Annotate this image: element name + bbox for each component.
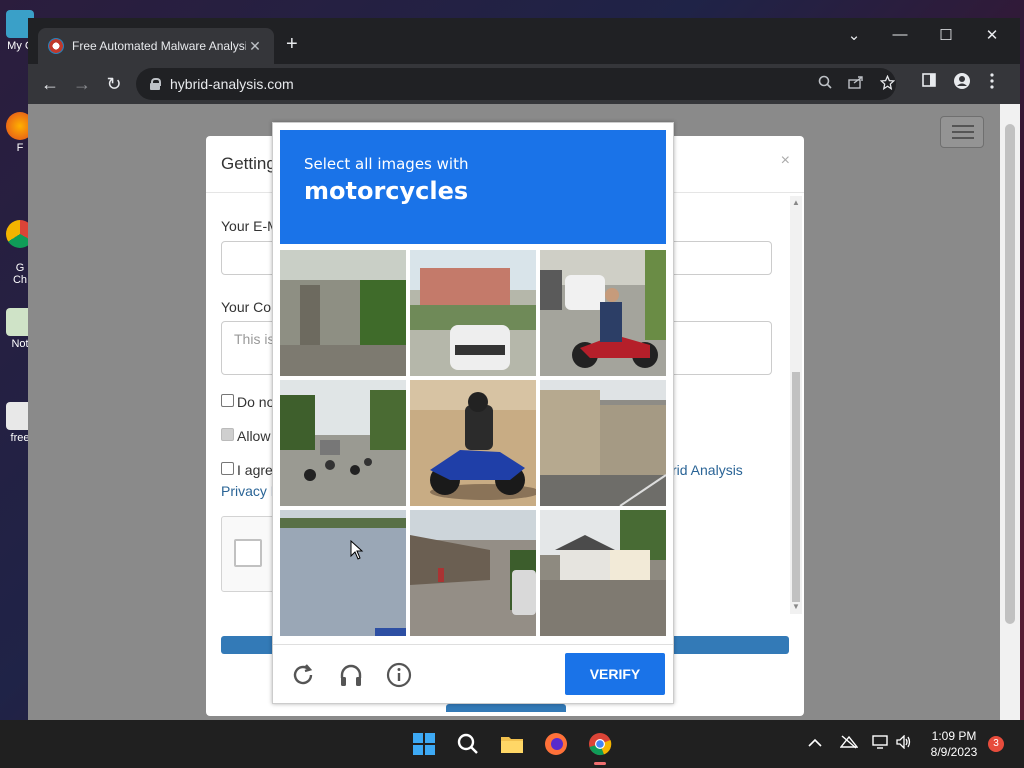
modal-title: Getting xyxy=(221,154,276,173)
hamburger-menu-button[interactable] xyxy=(940,116,984,148)
address-bar[interactable]: hybrid-analysis.com xyxy=(136,68,896,100)
modal-scroll-thumb[interactable] xyxy=(792,372,800,602)
new-tab-button[interactable]: + xyxy=(286,34,298,54)
reload-challenge-icon[interactable] xyxy=(289,661,317,689)
modal-scrollbar[interactable]: ▲ ▼ xyxy=(790,196,802,614)
captcha-tile-2[interactable] xyxy=(410,250,536,376)
firefox-icon[interactable] xyxy=(542,730,570,758)
clock-time: 1:09 PM xyxy=(931,729,977,743)
desktop-icon-label: G Ch xyxy=(12,262,28,286)
checkbox-agree[interactable] xyxy=(221,462,234,475)
back-button[interactable]: ← xyxy=(38,72,62,96)
modal-secondary-button[interactable] xyxy=(446,704,566,712)
comment-placeholder: This is xyxy=(234,331,275,347)
captcha-tile-5[interactable] xyxy=(410,380,536,506)
captcha-challenge: Select all images with motorcycles VERIF… xyxy=(272,122,674,704)
profile-icon[interactable] xyxy=(954,73,970,94)
verify-button[interactable]: VERIFY xyxy=(565,653,665,695)
browser-toolbar: ← → ↻ hybrid-analysis.com xyxy=(28,64,1020,104)
menu-kebab-icon[interactable] xyxy=(990,73,994,94)
close-window-button[interactable]: ✕ xyxy=(972,26,1012,44)
address-text: hybrid-analysis.com xyxy=(170,76,294,92)
scroll-up-arrow-icon[interactable]: ▲ xyxy=(792,198,800,207)
side-panel-icon[interactable] xyxy=(922,73,936,92)
hybrid-analysis-link[interactable]: rid Analysis xyxy=(672,462,743,478)
volume-icon[interactable] xyxy=(896,734,912,752)
audio-challenge-icon[interactable] xyxy=(337,661,365,689)
checkbox-allow-label: Allow xyxy=(237,428,271,444)
clock[interactable]: 1:09 PM 8/9/2023 xyxy=(924,728,984,760)
captcha-image-grid xyxy=(280,250,666,636)
comment-label: Your Cor xyxy=(221,299,276,315)
desktop-icon-label: F xyxy=(16,142,24,154)
captcha-instruction: Select all images with xyxy=(304,155,469,173)
lock-icon[interactable] xyxy=(150,78,161,90)
checkbox-allow[interactable] xyxy=(221,428,234,441)
tab-close-icon[interactable]: ✕ xyxy=(246,38,264,55)
active-app-indicator xyxy=(594,762,606,765)
captcha-tile-7[interactable] xyxy=(280,510,406,636)
tray-overflow-chevron-icon[interactable] xyxy=(808,735,822,751)
captcha-tile-6[interactable] xyxy=(540,380,666,506)
captcha-tile-9[interactable] xyxy=(540,510,666,636)
info-icon[interactable] xyxy=(385,661,413,689)
captcha-tile-1[interactable] xyxy=(280,250,406,376)
search-icon[interactable] xyxy=(454,730,482,758)
scroll-down-arrow-icon[interactable]: ▼ xyxy=(792,602,800,611)
tab-strip: Free Automated Malware Analysis ✕ + ⌄ — … xyxy=(28,18,1020,64)
clock-date: 8/9/2023 xyxy=(930,745,978,759)
captcha-header: Select all images with motorcycles xyxy=(280,130,666,244)
mouse-cursor-icon xyxy=(350,540,364,560)
start-icon[interactable] xyxy=(410,730,438,758)
taskbar: 1:09 PM 8/9/2023 3 xyxy=(0,720,1024,768)
notification-badge[interactable]: 3 xyxy=(988,736,1004,752)
maximize-button[interactable]: ☐ xyxy=(926,26,966,44)
bookmark-star-icon[interactable] xyxy=(879,74,896,94)
captcha-footer-divider xyxy=(273,644,673,645)
reload-button[interactable]: ↻ xyxy=(102,72,126,96)
tab-search-icon[interactable]: ⌄ xyxy=(834,26,874,44)
checkbox-do-not-label: Do no xyxy=(237,394,275,410)
minimize-button[interactable]: — xyxy=(880,26,920,43)
network-disconnected-icon[interactable] xyxy=(839,735,859,752)
captcha-target: motorcycles xyxy=(304,177,469,205)
desktop-icon-label: Not xyxy=(11,338,29,350)
page-scroll-thumb[interactable] xyxy=(1005,124,1015,624)
chrome-icon[interactable] xyxy=(586,730,614,758)
tab-title: Free Automated Malware Analysis xyxy=(72,39,246,53)
zoom-search-icon[interactable] xyxy=(818,75,832,93)
captcha-tile-3[interactable] xyxy=(540,250,666,376)
file-explorer-icon[interactable] xyxy=(498,730,526,758)
captcha-tile-4[interactable] xyxy=(280,380,406,506)
share-icon[interactable] xyxy=(848,75,864,93)
captcha-tile-8[interactable] xyxy=(410,510,536,636)
tab-active[interactable]: Free Automated Malware Analysis ✕ xyxy=(38,28,274,64)
forward-button[interactable]: → xyxy=(70,72,94,96)
desktop-icon-label: free xyxy=(10,432,30,444)
modal-close-button[interactable]: × xyxy=(781,152,790,170)
page-scrollbar[interactable] xyxy=(1000,104,1020,720)
email-label: Your E-M xyxy=(221,218,279,234)
display-icon[interactable] xyxy=(872,735,888,752)
checkbox-do-not[interactable] xyxy=(221,394,234,407)
favicon-icon xyxy=(48,38,64,54)
recaptcha-checkbox[interactable] xyxy=(234,539,262,567)
